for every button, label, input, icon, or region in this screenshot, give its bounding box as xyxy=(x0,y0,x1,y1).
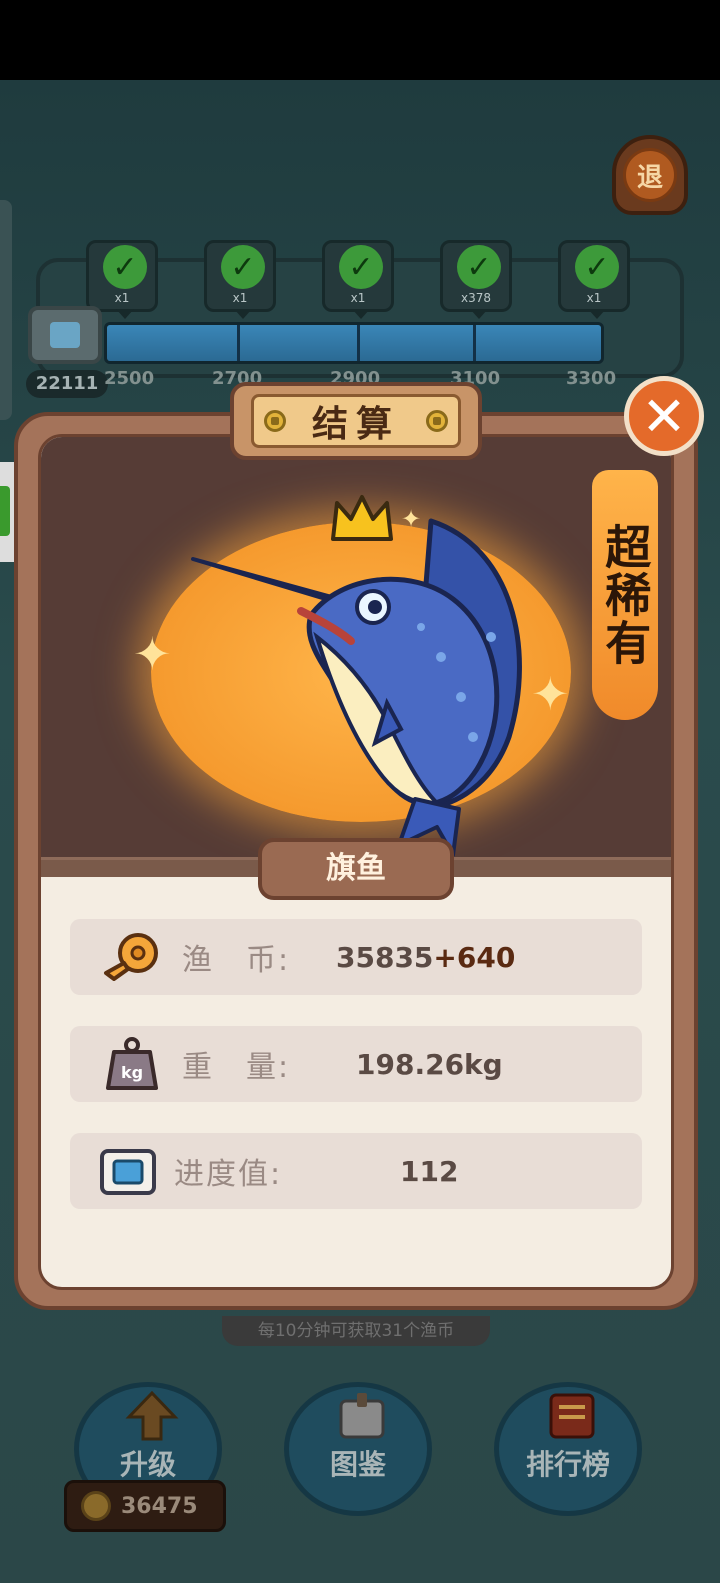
stat-row-coins: 渔 币: 35835+640 xyxy=(70,919,642,995)
modal-title-plate: 结算 xyxy=(230,382,482,460)
coins-value: 35835+640 xyxy=(336,941,515,974)
coins-bonus: +640 xyxy=(433,940,516,974)
progress-bar-fill xyxy=(107,325,601,361)
upgrade-label: 升级 xyxy=(119,1448,176,1481)
exit-icon: 退 xyxy=(623,148,677,202)
checkmark-icon: ✓ xyxy=(103,245,147,289)
milestone-reward[interactable]: ✓ x1 xyxy=(86,240,158,319)
milestone-count: x1 xyxy=(350,291,366,305)
book-icon xyxy=(339,1393,385,1439)
stat-row-weight: kg 重 量: 198.26kg xyxy=(70,1026,642,1102)
tick-label: 2500 xyxy=(104,368,155,389)
milestone-count: x1 xyxy=(586,291,602,305)
milestone-reward[interactable]: ✓ x1 xyxy=(204,240,276,319)
fish-showcase: ✦ ✦ ✦ xyxy=(41,437,671,877)
milestone-count: x1 xyxy=(232,291,248,305)
leaderboard-button[interactable]: 排行榜 xyxy=(494,1382,642,1516)
milestone-reward[interactable]: ✓ x378 xyxy=(440,240,512,319)
close-icon: ✕ xyxy=(641,384,687,448)
progress-segment-divider xyxy=(357,325,360,361)
leaderboard-label: 排行榜 xyxy=(525,1448,610,1481)
leaderboard-icon xyxy=(549,1393,595,1439)
fish-name: 旗鱼 xyxy=(258,838,454,900)
fish-coin-icon xyxy=(104,933,158,981)
checkmark-icon: ✓ xyxy=(339,245,383,289)
milestone-count: x1 xyxy=(114,291,130,305)
checkmark-icon: ✓ xyxy=(575,245,619,289)
coin-rivet-icon xyxy=(264,410,286,432)
progress-ticket-icon xyxy=(28,306,102,364)
stat-row-progress: 进度值: 112 xyxy=(70,1133,642,1209)
marlin-fish-illustration xyxy=(191,518,522,857)
collection-button[interactable]: 图鉴 xyxy=(284,1382,432,1516)
progress-segment-divider xyxy=(473,325,476,361)
weight-label: 重 量: xyxy=(182,1050,291,1085)
weight-value: 198.26kg xyxy=(356,1047,503,1081)
modal-title: 结算 xyxy=(311,404,400,445)
milestone-reward[interactable]: ✓ x1 xyxy=(558,240,630,319)
title-plaque: 结算 xyxy=(251,394,461,448)
status-bar xyxy=(0,0,720,80)
coin-hint-banner: 每10分钟可获取31个渔币 xyxy=(222,1316,490,1346)
progress-ticket-icon xyxy=(100,1149,156,1195)
rarity-banner: 超稀有 xyxy=(592,470,658,720)
progress-value: 112 xyxy=(400,1154,459,1188)
progress-segment-divider xyxy=(237,325,240,361)
coin-balance-value: 36475 xyxy=(121,1493,198,1519)
tick-label: 3300 xyxy=(566,368,617,389)
milestone-reward[interactable]: ✓ x1 xyxy=(322,240,394,319)
side-panel-edge xyxy=(0,200,12,420)
up-arrow-icon xyxy=(125,1391,179,1441)
svg-text:kg: kg xyxy=(121,1063,143,1082)
progress-bar xyxy=(104,322,604,364)
coins-base: 35835 xyxy=(336,940,434,974)
coin-rivet-icon xyxy=(425,410,448,432)
rarity-label: 超稀有 xyxy=(598,523,653,667)
progress-label: 进度值: xyxy=(174,1157,283,1192)
exit-button[interactable]: 退 xyxy=(612,135,688,215)
collection-label: 图鉴 xyxy=(329,1448,386,1481)
sparkle-icon: ✦ xyxy=(133,627,172,681)
checkmark-icon: ✓ xyxy=(457,245,501,289)
checkmark-icon: ✓ xyxy=(221,245,265,289)
coins-label: 渔 币: xyxy=(182,943,291,978)
kg-weight-icon: kg xyxy=(106,1037,158,1090)
milestone-count: x378 xyxy=(460,291,491,305)
coin-balance: 36475 xyxy=(64,1480,226,1532)
close-button[interactable]: ✕ xyxy=(624,376,704,456)
progress-value: 22111 xyxy=(26,370,108,398)
fish-coin-icon xyxy=(81,1491,111,1521)
